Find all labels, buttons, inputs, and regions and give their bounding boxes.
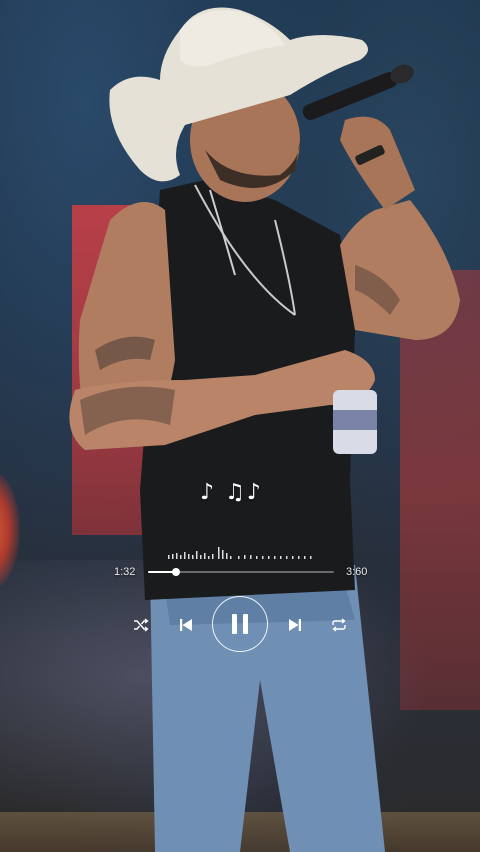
background-video <box>0 0 480 852</box>
shuffle-icon <box>134 618 149 632</box>
previous-button[interactable] <box>175 613 197 637</box>
skip-next-icon <box>289 619 301 631</box>
next-button[interactable] <box>284 613 306 637</box>
repeat-icon <box>332 618 346 632</box>
pause-icon <box>232 614 248 634</box>
play-pause-button[interactable] <box>212 596 268 652</box>
repeat-button[interactable] <box>328 614 350 636</box>
seek-bar-thumb[interactable] <box>171 568 180 576</box>
total-duration: 3:60 <box>346 566 368 578</box>
audio-waveform <box>168 547 312 559</box>
music-notes-icon: ♪ ♫♪ <box>200 480 263 505</box>
microphone <box>302 64 414 121</box>
elapsed-time: 1:32 <box>114 566 136 578</box>
skip-previous-icon <box>180 619 192 631</box>
seek-bar[interactable] <box>148 568 334 576</box>
shuffle-button[interactable] <box>130 614 152 636</box>
